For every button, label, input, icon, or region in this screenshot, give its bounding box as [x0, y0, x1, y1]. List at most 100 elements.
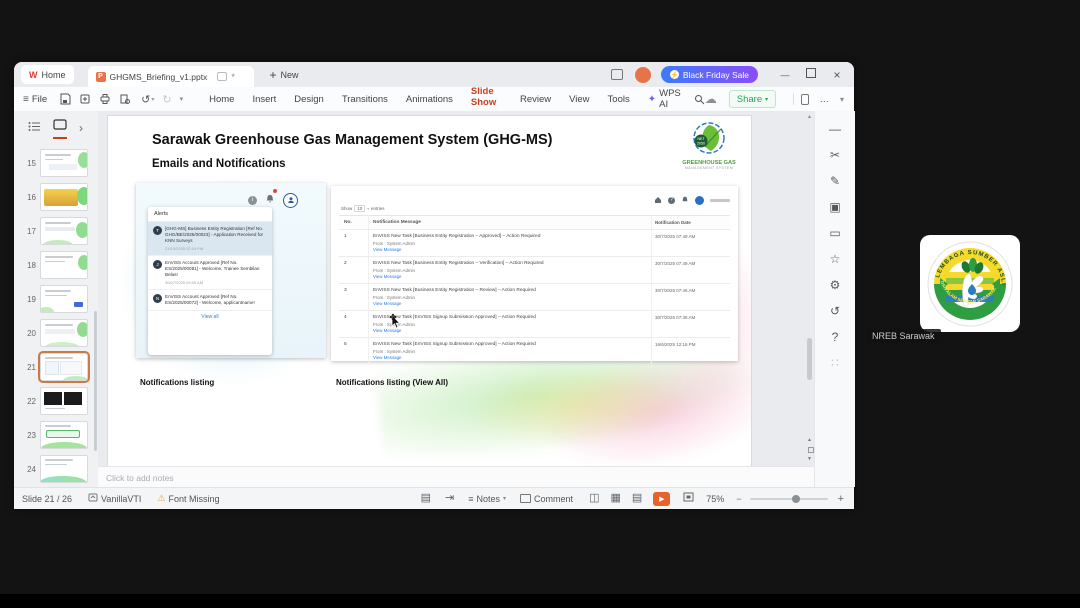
view-message-link[interactable]: View Message [373, 355, 647, 360]
menu-item-tools[interactable]: Tools [608, 94, 630, 105]
comment-button[interactable]: Comment [520, 494, 573, 504]
new-tab-button[interactable]: + New [270, 68, 299, 82]
task-pane-icon[interactable]: ▤ [421, 493, 431, 504]
format-tools-icon[interactable]: ✂ [830, 149, 840, 161]
home-tab[interactable]: W Home [21, 65, 74, 84]
slide-thumb-18[interactable]: 18 [14, 251, 98, 279]
menu-item-insert[interactable]: Insert [252, 94, 276, 105]
panel-layout-icon[interactable] [800, 93, 810, 105]
slide-thumb-21-selected[interactable]: 21 [14, 351, 98, 383]
slide-view-icon[interactable] [53, 117, 67, 139]
notes-bar[interactable]: Click to add notes [98, 466, 814, 488]
menu-item-view[interactable]: View [569, 94, 589, 105]
col-header-message[interactable]: Notification Message [369, 216, 652, 229]
slide-thumb-16[interactable]: 16 [14, 183, 98, 211]
menu-item-home[interactable]: Home [209, 94, 234, 105]
document-tab[interactable]: P GHGMS_Briefing_v1.pptx * [87, 66, 254, 87]
table-row[interactable]: 3 EnVISS New Task [Business Entity Regis… [339, 284, 730, 311]
black-friday-sale-button[interactable]: ⚡ Black Friday Sale [660, 66, 758, 83]
slide-thumb-24[interactable]: 24 [14, 455, 98, 483]
tab-layout-icon[interactable] [217, 72, 228, 81]
file-menu[interactable]: ≡ File [23, 94, 47, 105]
outline-view-icon[interactable] [28, 119, 41, 137]
zoom-slider[interactable] [749, 494, 828, 503]
menu-item-slide-show[interactable]: Slide Show [470, 86, 502, 113]
print-icon[interactable] [99, 93, 111, 105]
menu-item-design[interactable]: Design [294, 94, 324, 105]
scrollbar-thumb[interactable] [807, 338, 812, 380]
help-icon[interactable]: ? [832, 331, 839, 343]
export-icon[interactable] [79, 93, 91, 105]
table-row[interactable]: 1 EnVISS New Task [Business Entity Regis… [339, 230, 730, 257]
alerts-view-all-link[interactable]: View all [148, 309, 272, 323]
zoom-in-button[interactable]: + [838, 493, 844, 505]
prev-slide-button[interactable]: ▲ [805, 437, 814, 443]
caption-notifications-listing-view-all[interactable]: Notifications listing (View All) [336, 378, 448, 387]
account-avatar[interactable] [634, 66, 651, 83]
table-row[interactable]: 2 EnVISS New Task [Business Entity Regis… [339, 257, 730, 284]
menu-item-wps-ai[interactable]: ✦ WPS AI [648, 88, 681, 110]
edit-favorite-icon[interactable]: ✎ [830, 175, 840, 187]
slide-thumb-15[interactable]: 15 [14, 149, 98, 177]
fit-slide-icon[interactable] [683, 492, 694, 505]
print-preview-icon[interactable] [119, 93, 131, 105]
shapes-icon[interactable]: ▣ [829, 201, 840, 213]
view-message-link[interactable]: View Message [373, 247, 647, 252]
panel-expand-icon[interactable]: › [79, 121, 83, 135]
menu-item-animations[interactable]: Animations [406, 94, 453, 105]
apps-grid-icon[interactable]: ∷ [831, 357, 839, 369]
minimize-button[interactable]: — [772, 70, 798, 80]
collapse-ribbon-icon[interactable]: ▾ [840, 95, 844, 104]
menu-item-review[interactable]: Review [520, 94, 551, 105]
jump-to-icon[interactable]: ⇥ [445, 493, 454, 504]
toolbar-caret-icon[interactable]: ▾ [180, 95, 184, 103]
slide-thumb-23[interactable]: 23 [14, 421, 98, 449]
slide-canvas[interactable]: Sarawak Greenhouse Gas Management System… [107, 115, 752, 468]
history-icon[interactable]: ↺ [830, 305, 840, 317]
slideshow-play-button[interactable]: ▶ [653, 491, 671, 506]
slide-scrollbar[interactable]: ▲ ▲ ▼ [805, 111, 814, 466]
restore-button[interactable] [798, 68, 824, 81]
table-row[interactable]: 5 EnVISS New Task [EnVISS Signup Submiss… [339, 338, 730, 364]
caption-notifications-listing[interactable]: Notifications listing [140, 378, 214, 387]
col-header-date[interactable]: Notification Date [652, 216, 730, 229]
search-icon[interactable] [694, 94, 705, 105]
zoom-level[interactable]: 75% [706, 494, 724, 504]
reading-view-icon[interactable]: ▤ [632, 493, 642, 504]
collapse-rail-icon[interactable]: — [829, 123, 841, 135]
alert-item[interactable]: N EnVISS Account Approved [Ref No. ES/20… [148, 290, 272, 310]
favorites-star-icon[interactable]: ☆ [830, 253, 841, 265]
close-button[interactable]: × [824, 68, 850, 82]
scroll-up-icon[interactable]: ▲ [805, 114, 814, 120]
more-options-icon[interactable]: … [819, 94, 830, 105]
slide-thumb-17[interactable]: 17 [14, 217, 98, 245]
save-icon[interactable] [59, 93, 71, 105]
cloud-sync-icon[interactable]: ☁ [705, 92, 717, 106]
font-missing-warning[interactable]: ⚠ Font Missing [157, 493, 219, 504]
slide-title[interactable]: Sarawak Greenhouse Gas Management System… [152, 132, 553, 148]
slide-thumb-22[interactable]: 22 [14, 387, 98, 415]
menu-item-transitions[interactable]: Transitions [342, 94, 388, 105]
zoom-slider-handle[interactable] [791, 494, 800, 503]
redo-button[interactable]: ↻ [162, 93, 171, 106]
col-header-no[interactable]: No. [339, 216, 369, 229]
zoom-out-button[interactable]: − [736, 494, 741, 504]
comment-panel-icon[interactable]: ▭ [829, 227, 840, 239]
next-slide-button[interactable]: ▼ [805, 456, 814, 462]
slide-thumb-20[interactable]: 20 [14, 319, 98, 347]
vanilla-theme-indicator[interactable]: VanillaVTI [88, 493, 141, 504]
view-message-link[interactable]: View Message [373, 328, 647, 333]
slide-thumb-19[interactable]: 19 [14, 285, 98, 313]
normal-view-icon[interactable]: ◫ [589, 493, 599, 504]
notes-toggle[interactable]: ≡ Notes ▾ [468, 494, 506, 504]
thumb-scrollbar[interactable] [94, 311, 97, 451]
alert-item[interactable]: J EnVISS Account Approved [Ref No. ES/20… [148, 256, 272, 290]
slide-sorter-icon[interactable]: ▦ [610, 493, 620, 504]
entries-select[interactable]: 10 [354, 205, 366, 212]
undo-button[interactable]: ↺ ▾ [141, 93, 154, 106]
view-message-link[interactable]: View Message [373, 301, 647, 306]
view-message-link[interactable]: View Message [373, 274, 647, 279]
share-button[interactable]: Share ▾ [728, 90, 777, 108]
tab-list-icon[interactable] [610, 69, 623, 80]
settings-icon[interactable]: ⚙ [830, 279, 841, 291]
